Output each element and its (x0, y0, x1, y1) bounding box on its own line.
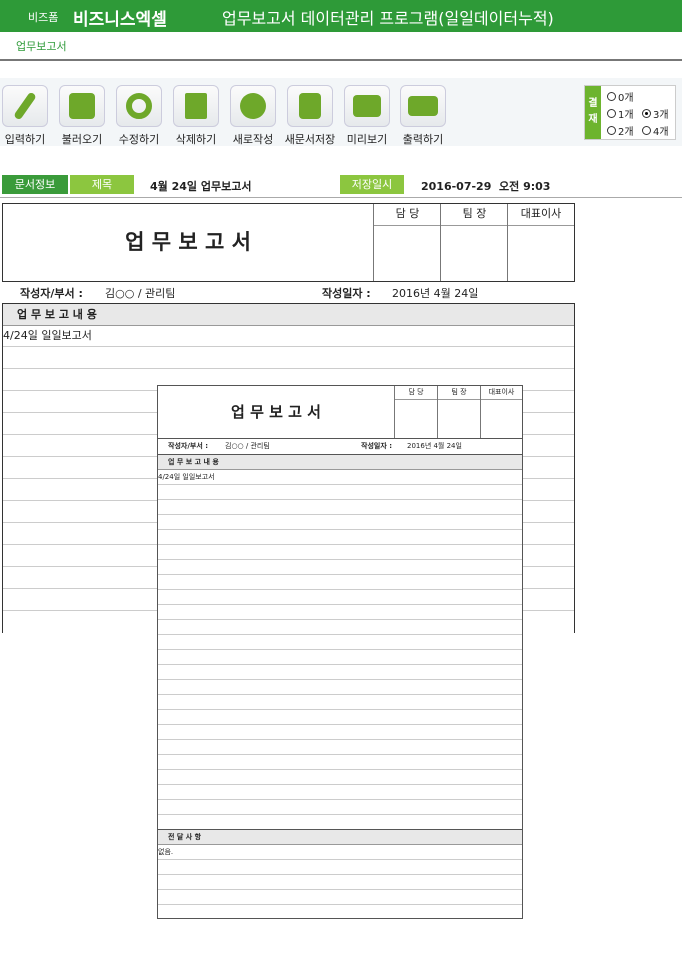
doc-title-box: 업 무 보 고 서 담 당 팀 장 대표이사 (2, 203, 575, 282)
app-title: 업무보고서 데이터관리 프로그램(일일데이터누적) (222, 9, 554, 28)
preview-notes-lines (158, 860, 522, 918)
content-line[interactable]: 4/24일 일일보고서 (3, 326, 574, 347)
title-label: 제목 (70, 175, 134, 194)
brand-small: 비즈폼 (28, 11, 59, 24)
refresh-icon (116, 85, 162, 127)
preview-date-label: 작성일자 : (361, 442, 392, 450)
preview-button[interactable]: 미리보기 (342, 85, 392, 147)
preview-title: 업 무 보 고 서 (231, 403, 321, 421)
preview-author-label: 작성자/부서 : (168, 442, 208, 450)
divider (0, 197, 682, 198)
radio-label: 0개 (618, 93, 634, 104)
sign-label: 대표이사 (508, 204, 574, 226)
save-new-button[interactable]: 새문서저장 (285, 85, 335, 147)
button-label: 미리보기 (346, 133, 388, 146)
button-label: 삭제하기 (175, 133, 217, 146)
button-label: 출력하기 (402, 133, 444, 146)
save-icon (287, 85, 333, 127)
radio-label: 3개 (653, 110, 669, 121)
preview-notes-header: 전 달 사 항 (158, 830, 522, 845)
button-label: 수정하기 (118, 133, 160, 146)
sign-label: 팀 장 (438, 386, 480, 400)
print-icon (400, 85, 446, 127)
date-value: 2016년 4월 24일 (392, 287, 479, 300)
radio-4[interactable]: 4개 (642, 123, 669, 138)
new-button[interactable]: 새로작성 (228, 85, 278, 147)
preview-sign-cell: 담 당 (394, 386, 437, 438)
saved-value: 2016-07-29 오전 9:03 (421, 180, 551, 193)
date-label: 작성일자 : (322, 287, 371, 300)
sign-cell: 담 당 (373, 204, 441, 281)
preview-date-value: 2016년 4월 24일 (407, 442, 462, 450)
approval-count-group: 결재 0개 1개 3개 2개 4개 (584, 85, 676, 140)
author-label: 작성자/부서 : (20, 287, 83, 300)
sign-cell: 대표이사 (507, 204, 574, 281)
preview-content-header: 업 무 보 고 내 용 (158, 455, 522, 470)
subnav-tab[interactable]: 업무보고서 (16, 38, 67, 54)
load-icon (59, 85, 105, 127)
button-label: 새로작성 (232, 133, 274, 146)
load-button[interactable]: 불러오기 (57, 85, 107, 147)
saved-label: 저장일시 (340, 175, 404, 194)
preview-lines (158, 485, 522, 830)
new-icon (230, 85, 276, 127)
sign-cell: 팀 장 (440, 204, 508, 281)
app-header: 비즈폼 비즈니스엑셀 업무보고서 데이터관리 프로그램(일일데이터누적) (0, 0, 682, 32)
button-label: 불러오기 (61, 133, 103, 146)
title-value: 4월 24일 업무보고서 (150, 180, 252, 193)
preview-notes-line: 없음. (158, 845, 522, 860)
sign-label: 담 당 (395, 386, 437, 400)
preview-sign-cell: 대표이사 (480, 386, 522, 438)
sign-label: 담 당 (374, 204, 441, 226)
doc-title: 업 무 보 고 서 (125, 230, 251, 254)
radio-label: 4개 (653, 127, 669, 138)
preview-content-line: 4/24일 일일보고서 (158, 470, 522, 485)
radio-label: 1개 (618, 110, 634, 121)
input-button[interactable]: 입력하기 (0, 85, 50, 147)
brand-logo: 비즈니스엑셀 (73, 10, 167, 30)
author-value: 김○○ / 관리팀 (105, 287, 176, 300)
button-label: 입력하기 (4, 133, 46, 146)
preview-author-value: 김○○ / 관리팀 (225, 442, 270, 450)
pencil-icon (2, 85, 48, 127)
sign-label: 대표이사 (481, 386, 522, 400)
radio-3[interactable]: 3개 (642, 106, 669, 121)
doc-info-tab: 문서정보 (2, 175, 68, 194)
content-header: 업 무 보 고 내 용 (3, 304, 574, 326)
radio-0[interactable]: 0개 (607, 89, 634, 104)
monitor-icon (344, 85, 390, 127)
radio-label: 2개 (618, 127, 634, 138)
trash-icon (173, 85, 219, 127)
button-label: 새문서저장 (284, 133, 336, 146)
approval-label: 결재 (585, 86, 601, 139)
delete-button[interactable]: 삭제하기 (171, 85, 221, 147)
edit-button[interactable]: 수정하기 (114, 85, 164, 147)
preview-sign-cell: 팀 장 (437, 386, 480, 438)
radio-2[interactable]: 2개 (607, 123, 634, 138)
radio-1[interactable]: 1개 (607, 106, 634, 121)
print-button[interactable]: 출력하기 (398, 85, 448, 147)
divider (0, 59, 682, 61)
sign-label: 팀 장 (441, 204, 508, 226)
preview-document: 업 무 보 고 서 담 당 팀 장 대표이사 작성자/부서 : 김○○ / 관리… (157, 385, 523, 919)
